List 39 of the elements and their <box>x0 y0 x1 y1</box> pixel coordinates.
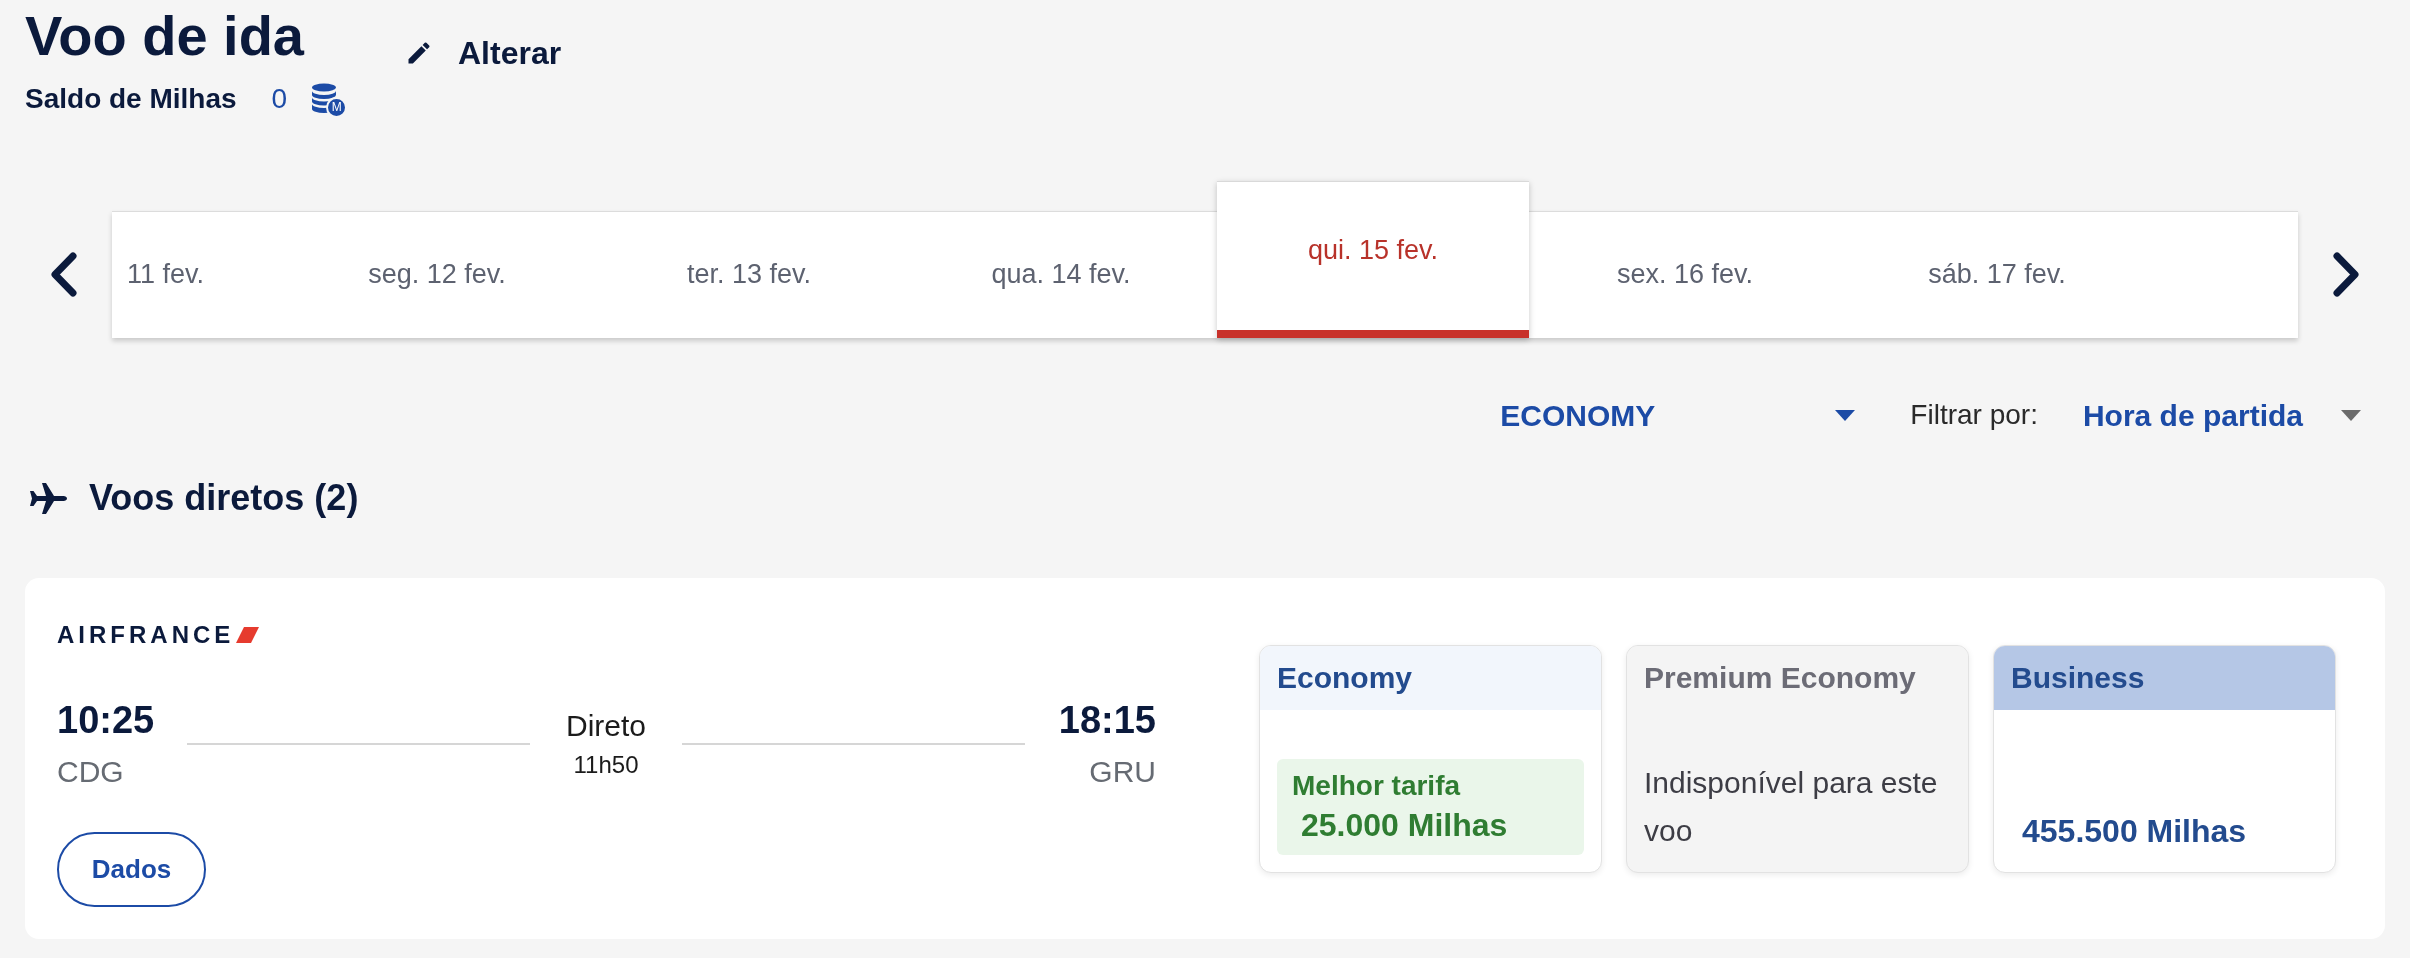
date-tab[interactable]: sex. 16 fev. <box>1529 211 1841 338</box>
date-tab[interactable]: 11 fev. <box>112 211 281 338</box>
fare-price: 455.500 Milhas <box>2021 811 2248 851</box>
flight-duration: 11h50 <box>573 750 639 780</box>
fare-card[interactable]: Economy Melhor tarifa 25.000 Milhas <box>1259 644 1602 873</box>
balance-label: Saldo de Milhas <box>25 82 237 116</box>
fare-price: 25.000 Milhas <box>1300 805 1509 845</box>
cabin-header: Premium Economy <box>1627 645 1968 710</box>
date-tab[interactable]: sáb. 17 fev. <box>1841 211 2153 338</box>
caret-down-icon <box>1835 409 1856 421</box>
page-title: Voo de ida <box>25 4 306 68</box>
best-fare-label: Melhor tarifa <box>1292 768 1462 803</box>
edit-button[interactable]: Alterar <box>405 33 562 73</box>
chevron-left-icon[interactable] <box>50 252 77 297</box>
section-title: Voos diretos (2) <box>89 476 359 520</box>
departure-airport: CDG <box>57 754 124 790</box>
arrival-airport: GRU <box>1089 754 1156 790</box>
arrival-time: 18:15 <box>1058 698 1156 742</box>
cabin-header: Business <box>1994 645 2335 710</box>
logo-slash-icon <box>236 627 260 643</box>
sort-select[interactable]: Hora de partida <box>2082 392 2361 438</box>
departure-time: 10:25 <box>57 698 155 742</box>
date-tab[interactable]: ter. 13 fev. <box>593 211 905 338</box>
date-tab[interactable]: qui. 15 fev. <box>1217 181 1529 338</box>
filter-label: Filtrar por: <box>1910 398 2038 432</box>
cabin-select[interactable]: ECONOMY <box>1500 392 1856 438</box>
airline-name: AIRFRANCE <box>57 621 235 649</box>
airplane-icon <box>29 482 69 514</box>
chevron-right-icon[interactable] <box>2333 252 2360 297</box>
cabin-header: Economy <box>1260 645 1601 710</box>
date-tab[interactable]: qua. 14 fev. <box>905 211 1217 338</box>
caret-down-icon <box>2341 409 2361 421</box>
balance-value: 0 <box>271 82 288 116</box>
fare-card[interactable]: Business 455.500 Milhas <box>1993 644 2336 873</box>
fare-card[interactable]: Premium Economy Indisponível para este voo <box>1626 644 1969 873</box>
details-button[interactable]: Dados <box>57 832 206 907</box>
unavailable-message: Indisponível para este voo <box>1644 764 1939 849</box>
stop-type: Direto <box>566 708 646 744</box>
date-tab[interactable]: seg. 12 fev. <box>281 211 593 338</box>
